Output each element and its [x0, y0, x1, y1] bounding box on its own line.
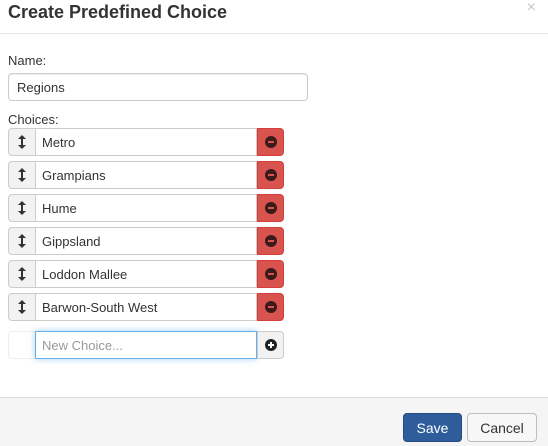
remove-choice-button[interactable] [257, 227, 284, 255]
drag-handle[interactable] [8, 227, 35, 255]
drag-handle[interactable] [8, 128, 35, 156]
modal-footer: Save Cancel [0, 397, 548, 446]
new-choice-spacer [8, 331, 35, 359]
drag-handle[interactable] [8, 260, 35, 288]
choice-input[interactable] [35, 260, 257, 288]
choice-input[interactable] [35, 161, 257, 189]
updown-arrow-icon [18, 234, 26, 248]
remove-choice-button[interactable] [257, 194, 284, 222]
updown-arrow-icon [18, 135, 26, 149]
drag-handle[interactable] [8, 293, 35, 321]
save-button[interactable]: Save [403, 413, 462, 442]
remove-choice-button[interactable] [257, 161, 284, 189]
minus-circle-icon [264, 235, 277, 247]
remove-choice-button[interactable] [257, 260, 284, 288]
drag-handle[interactable] [8, 161, 35, 189]
updown-arrow-icon [18, 300, 26, 314]
cancel-button[interactable]: Cancel [467, 413, 537, 442]
modal-header: Create Predefined Choice × [0, 0, 548, 34]
choice-input[interactable] [35, 293, 257, 321]
choice-row [8, 128, 284, 156]
add-choice-button[interactable] [257, 331, 284, 359]
minus-circle-icon [264, 301, 277, 313]
choice-input[interactable] [35, 194, 257, 222]
minus-circle-icon [264, 136, 277, 148]
name-input[interactable] [8, 73, 308, 101]
modal-title: Create Predefined Choice [8, 2, 228, 22]
choice-row [8, 293, 284, 321]
new-choice-input[interactable] [35, 331, 257, 359]
updown-arrow-icon [18, 267, 26, 281]
close-icon[interactable]: × [527, 0, 536, 16]
minus-circle-icon [264, 202, 277, 214]
choice-input[interactable] [35, 128, 257, 156]
remove-choice-button[interactable] [257, 293, 284, 321]
choices-label: Choices: [8, 112, 59, 127]
remove-choice-button[interactable] [257, 128, 284, 156]
plus-circle-icon [264, 339, 277, 351]
choice-row [8, 227, 284, 255]
updown-arrow-icon [18, 201, 26, 215]
minus-circle-icon [264, 268, 277, 280]
drag-handle[interactable] [8, 194, 35, 222]
new-choice-row [8, 331, 284, 359]
name-label: Name: [8, 53, 47, 68]
minus-circle-icon [264, 169, 277, 181]
updown-arrow-icon [18, 168, 26, 182]
choice-row [8, 161, 284, 189]
choice-row [8, 194, 284, 222]
choice-input[interactable] [35, 227, 257, 255]
choice-row [8, 260, 284, 288]
